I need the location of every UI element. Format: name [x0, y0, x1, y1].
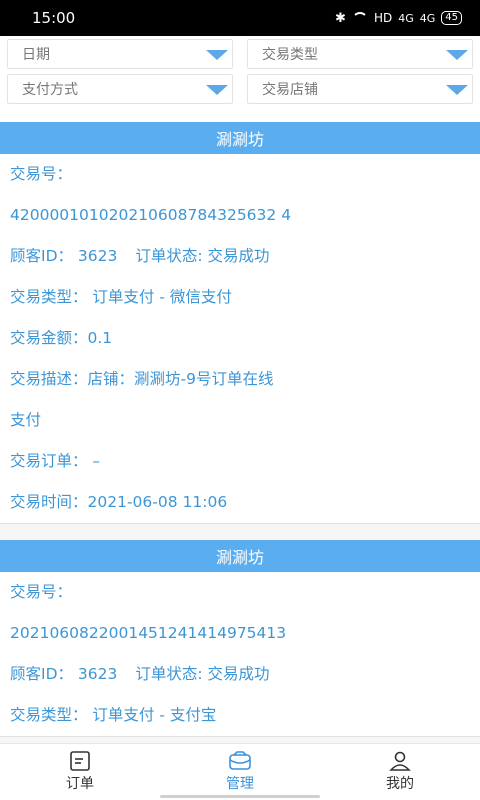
- trade-desc: 交易描述：店铺：涮涮坊-9号订单在线: [10, 370, 274, 388]
- trade-order: 交易订单： –: [10, 452, 101, 470]
- trade-type: 交易类型： 订单支付 - 微信支付: [10, 288, 232, 306]
- trade-type-filter-label: 交易类型: [262, 47, 318, 63]
- user-icon: [389, 751, 411, 771]
- bluetooth-icon: ✱: [335, 10, 346, 26]
- trade-type-filter[interactable]: 交易类型: [247, 39, 473, 69]
- trade-no-value: 2021060822001451241414975413: [10, 624, 287, 642]
- order-list-icon: [70, 751, 90, 771]
- card-store-title: 涮涮坊: [0, 540, 480, 572]
- trade-no-label: 交易号：: [10, 583, 73, 601]
- transaction-card[interactable]: 涮涮坊 交易号： 2021060822001451241414975413 顾客…: [0, 540, 480, 737]
- customer-status-row: 顾客ID： 3623 订单状态: 交易成功: [0, 654, 480, 695]
- filter-bar: 日期 交易类型 支付方式 交易店铺: [0, 36, 480, 120]
- trade-no-label: 交易号：: [10, 165, 73, 183]
- tab-manage[interactable]: 管理: [160, 744, 320, 800]
- tab-orders-label: 订单: [66, 776, 94, 792]
- trade-desc-cont: 支付: [10, 411, 42, 429]
- home-indicator: [160, 795, 320, 798]
- bottom-tab-bar: 订单 管理 我的: [0, 743, 480, 800]
- store-filter[interactable]: 交易店铺: [247, 74, 473, 104]
- status-time: 15:00: [32, 9, 76, 27]
- tab-mine[interactable]: 我的: [320, 744, 480, 800]
- trade-no-value: 420000101020210608784325632 4: [10, 206, 292, 224]
- tab-manage-label: 管理: [226, 776, 254, 792]
- customer-id: 顾客ID： 3623: [10, 247, 118, 265]
- wifi-icon: [351, 12, 368, 24]
- dropdown-arrow-icon: [446, 50, 468, 60]
- customer-id: 顾客ID： 3623: [10, 665, 118, 683]
- status-bar: 15:00 ✱ HD 4G 4G 45: [0, 0, 480, 36]
- store-filter-label: 交易店铺: [262, 82, 318, 98]
- card-store-title: 涮涮坊: [0, 122, 480, 154]
- transaction-card[interactable]: 涮涮坊 交易号： 420000101020210608784325632 4 顾…: [0, 122, 480, 524]
- trade-type: 交易类型： 订单支付 - 支付宝: [10, 706, 217, 724]
- signal-icon: 4G: [398, 11, 414, 25]
- order-status: 订单状态: 交易成功: [135, 247, 270, 265]
- signal-icon-2: 4G: [419, 11, 436, 25]
- date-filter[interactable]: 日期: [7, 39, 233, 69]
- pay-method-filter[interactable]: 支付方式: [7, 74, 233, 104]
- dropdown-arrow-icon: [206, 85, 228, 95]
- tab-orders[interactable]: 订单: [0, 744, 160, 800]
- pay-method-filter-label: 支付方式: [22, 82, 78, 98]
- trade-time: 交易时间：2021-06-08 11:06: [10, 493, 228, 511]
- dropdown-arrow-icon: [446, 85, 468, 95]
- trade-amount: 交易金额：0.1: [10, 329, 113, 347]
- battery-icon: 45: [441, 11, 462, 25]
- tab-mine-label: 我的: [386, 776, 414, 792]
- order-status: 订单状态: 交易成功: [135, 665, 270, 683]
- customer-status-row: 顾客ID： 3623 订单状态: 交易成功: [0, 236, 480, 277]
- transaction-list[interactable]: 涮涮坊 交易号： 420000101020210608784325632 4 顾…: [0, 122, 480, 744]
- manage-icon: [229, 751, 251, 770]
- status-icons: ✱ HD 4G 4G 45: [335, 11, 462, 26]
- network-label: HD: [373, 11, 393, 25]
- dropdown-arrow-icon: [206, 50, 228, 60]
- date-filter-label: 日期: [22, 47, 50, 63]
